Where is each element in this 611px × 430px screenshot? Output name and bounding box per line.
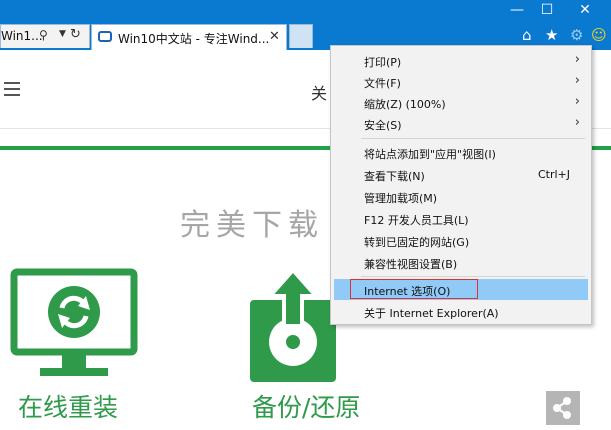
menu-item-shortcut: Ctrl+J [537,168,570,181]
chevron-right-icon: › [574,115,580,130]
backup-restore-icon[interactable] [248,270,338,382]
menu-separator [361,276,585,277]
chevron-right-icon: › [574,73,580,88]
close-tab-icon[interactable]: ✕ [269,29,280,44]
gear-icon[interactable]: ⚙ [570,26,583,44]
online-reinstall-icon[interactable] [10,268,138,386]
menu-item-label: Internet 选项(O) [364,285,451,298]
menu-item-label: 打印(P) [364,56,402,69]
browser-titlebar: Win1... ⚲ ▼ ↻ Win10中文站 - 专注Wind... ✕ — ☐… [0,0,611,50]
menu-item-about-ie[interactable]: 关于 Internet Explorer(A) [334,301,588,322]
site-favicon-icon [98,31,112,42]
tab-title: Win10中文站 - 专注Wind... [118,32,270,46]
menu-item-label: 兼容性视图设置(B) [364,258,458,271]
minimize-button[interactable]: — [502,2,532,18]
menu-separator [361,138,585,139]
menu-item-zoom[interactable]: 缩放(Z) (100%) › [334,92,588,113]
menu-item-compat-view[interactable]: 兼容性视图设置(B) [334,252,588,273]
menu-item-label: 将站点添加到"应用"视图(I) [364,148,496,161]
tools-menu: 打印(P) › 文件(F) › 缩放(Z) (100%) › 安全(S) › 将… [330,45,592,325]
menu-item-label: F12 开发人员工具(L) [364,214,469,227]
page-heading: 完美下载 [180,208,324,243]
menu-item-file[interactable]: 文件(F) › [334,71,588,92]
close-window-button[interactable]: ✕ [570,2,600,18]
nav-text[interactable]: 关 [311,80,327,104]
menu-item-label: 安全(S) [364,119,402,132]
menu-item-label: 查看下载(N) [364,170,425,183]
menu-item-add-site-to-apps[interactable]: 将站点添加到"应用"视图(I) [334,142,588,163]
share-icon [553,397,571,419]
home-icon[interactable]: ⌂ [522,26,532,44]
menu-item-manage-addons[interactable]: 管理加载项(M) [334,186,588,207]
tab-win10-address[interactable]: Win1... ⚲ ▼ ↻ [0,24,90,48]
menu-item-pinned-sites[interactable]: 转到已固定的网站(G) [334,230,588,251]
menu-item-label: 转到已固定的网站(G) [364,236,470,249]
chevron-down-icon[interactable]: ▼ [59,29,66,39]
menu-item-label: 管理加载项(M) [364,192,438,205]
menu-item-print[interactable]: 打印(P) › [334,50,588,71]
menu-item-label: 缩放(Z) (100%) [364,98,446,111]
refresh-icon[interactable]: ↻ [70,27,81,42]
menu-item-view-downloads[interactable]: 查看下载(N) Ctrl+J [334,164,588,185]
menu-item-internet-options[interactable]: Internet 选项(O) [334,279,588,300]
chevron-right-icon: › [574,94,580,109]
feature-label-online-reinstall[interactable]: 在线重装 [18,388,118,424]
maximize-button[interactable]: ☐ [532,2,562,18]
menu-item-dev-tools[interactable]: F12 开发人员工具(L) [334,208,588,229]
menu-item-safety[interactable]: 安全(S) › [334,113,588,134]
search-icon[interactable]: ⚲ [39,28,48,42]
smiley-feedback-icon[interactable]: ☺ [591,26,607,44]
tab-title: Win1... [1,29,43,43]
share-button[interactable] [546,391,580,425]
feature-label-backup-restore[interactable]: 备份/还原 [252,388,360,424]
tab-win10-site[interactable]: Win10中文站 - 专注Wind... ✕ [91,24,287,50]
chevron-right-icon: › [574,52,580,67]
hamburger-menu-icon[interactable] [4,82,20,96]
menu-item-label: 关于 Internet Explorer(A) [364,307,499,320]
new-tab-button[interactable] [289,24,313,48]
menu-item-label: 文件(F) [364,77,401,90]
favorites-star-icon[interactable]: ★ [545,26,558,44]
